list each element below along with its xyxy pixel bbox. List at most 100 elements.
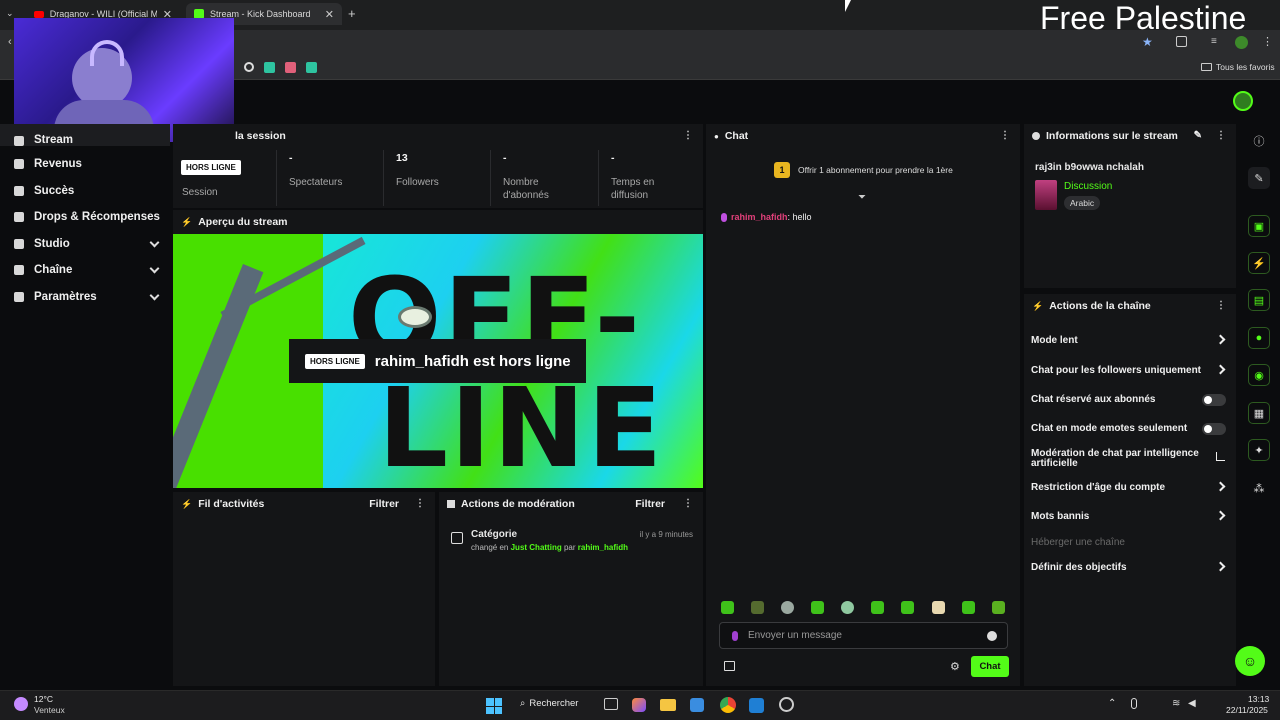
stream-title: raj3in b9owwa nchalah (1035, 162, 1144, 173)
support-chat-button[interactable]: ☺ (1235, 646, 1265, 676)
action-subscribers-only[interactable]: Chat réservé aux abonnés (1031, 394, 1226, 406)
action-mode-lent[interactable]: Mode lent (1031, 334, 1226, 346)
profile-avatar[interactable] (1235, 36, 1248, 49)
emote-icon[interactable] (901, 601, 914, 614)
emote-icon[interactable] (962, 601, 975, 614)
chat-username[interactable]: rahim_hafidh (731, 212, 788, 222)
obs-icon[interactable] (779, 697, 794, 712)
emote-icon[interactable] (932, 601, 945, 614)
collapse-arrow-icon[interactable]: ⏷ (858, 192, 866, 203)
filter-button[interactable]: Filtrer (369, 498, 399, 510)
clock-date[interactable]: 22/11/2025 (1226, 705, 1268, 715)
info-icon[interactable]: ⓘ (1248, 130, 1270, 152)
emote-icon[interactable] (781, 601, 794, 614)
clock-time[interactable]: 13:13 (1248, 694, 1269, 704)
close-icon[interactable]: ✕ (325, 8, 334, 21)
sidebar-item-chaine[interactable]: Chaîne (0, 257, 170, 284)
action-set-goals[interactable]: Définir des objectifs (1031, 561, 1226, 573)
panel-title: Actions de modération (461, 498, 575, 510)
language-tag: Arabic (1064, 196, 1101, 210)
panel-title: la session (235, 130, 286, 142)
media-icon[interactable]: ≡ (1211, 36, 1217, 47)
bookmarks-folder[interactable]: Tous les favoris (1216, 62, 1275, 72)
edit-pencil-icon[interactable]: ✎ (1194, 130, 1202, 141)
windows-start-icon[interactable] (486, 698, 502, 714)
emote-icon[interactable] (811, 601, 824, 614)
broadcast-icon[interactable]: ◉ (1248, 364, 1270, 386)
weather-temp[interactable]: 12°C (34, 694, 53, 704)
lightning-icon: ⚡ (1032, 300, 1044, 311)
more-options-icon[interactable]: ⋮ (1216, 130, 1226, 141)
gift-sub-banner[interactable]: 1 Offrir 1 abonnement pour prendre la 1è… (774, 162, 953, 178)
layers-icon[interactable]: ▦ (1248, 402, 1270, 424)
activity-feed-panel: ⚡ Fil d'activités Filtrer ⋮ (173, 492, 435, 686)
chevron-right-icon (1215, 481, 1226, 492)
extensions-icon[interactable] (1176, 36, 1187, 47)
sidebar-item-drops[interactable]: Drops & Récompenses (0, 204, 170, 231)
store-icon[interactable] (724, 661, 735, 671)
document-icon[interactable]: ▤ (1248, 289, 1270, 311)
more-options-icon[interactable]: ⋮ (1000, 130, 1010, 141)
action-age-restriction[interactable]: Restriction d'âge du compte (1031, 481, 1226, 493)
chat-settings-gear-icon[interactable]: ⚙ (950, 660, 960, 673)
chat-send-button[interactable]: Chat (971, 656, 1009, 677)
tray-chevron-up-icon[interactable]: ⌃ (1108, 698, 1116, 709)
file-explorer-icon[interactable] (660, 699, 676, 711)
vscode-icon[interactable] (749, 698, 764, 713)
session-header: la session ⋮ (173, 124, 703, 148)
taskbar-search[interactable]: ⌕ Rechercher (520, 698, 578, 709)
chat-input[interactable]: Envoyer un message (719, 622, 1008, 649)
filter-button[interactable]: Filtrer (635, 498, 665, 510)
subscribers-only-toggle[interactable] (1202, 394, 1226, 406)
bookmark-icon[interactable] (264, 62, 275, 73)
browser-menu-icon[interactable]: ⋮ (1262, 35, 1273, 48)
more-options-icon[interactable]: ⋮ (683, 130, 693, 141)
more-options-icon[interactable]: ⋮ (1216, 300, 1226, 311)
copilot-icon[interactable] (632, 698, 646, 712)
emote-icon[interactable] (871, 601, 884, 614)
entry-title: Catégorie (471, 529, 518, 540)
emote-icon[interactable] (841, 601, 854, 614)
category-link[interactable]: Discussion (1064, 181, 1112, 192)
stream-preview[interactable]: OFF- LINE HORS LIGNE rahim_hafidh est ho… (173, 234, 703, 488)
emotes-only-toggle[interactable] (1202, 423, 1226, 435)
share-icon[interactable]: ⁂ (1248, 477, 1270, 499)
sidebar-item-parametres[interactable]: Paramètres (0, 284, 170, 311)
chat-header: ● Chat ⋮ (706, 124, 1020, 148)
panel-title: Informations sur le stream (1046, 130, 1178, 142)
back-icon[interactable]: ‹ (8, 36, 12, 48)
edit-pencil-icon[interactable]: ✎ (1248, 167, 1270, 189)
emote-icon[interactable] (751, 601, 764, 614)
entry-detail: changé en Just Chatting par rahim_hafidh (471, 543, 628, 552)
action-emotes-only[interactable]: Chat en mode emotes seulement (1031, 423, 1226, 435)
new-tab-button[interactable]: + (348, 6, 356, 21)
chat-icon[interactable]: ● (1248, 327, 1270, 349)
sidebar-item-succes[interactable]: Succès (0, 178, 170, 205)
bookmark-star-icon[interactable]: ★ (1142, 35, 1153, 49)
sidebar-item-studio[interactable]: Studio (0, 231, 170, 258)
task-view-icon[interactable] (604, 698, 618, 710)
emote-icon[interactable] (992, 601, 1005, 614)
volume-icon[interactable]: ◀ (1188, 698, 1196, 709)
emote-icon[interactable] (721, 601, 734, 614)
wifi-icon[interactable]: ≋ (1172, 698, 1180, 709)
action-ai-moderation[interactable]: Modération de chat par intelligence arti… (1031, 449, 1201, 469)
mic-tray-icon[interactable] (1131, 698, 1137, 709)
more-options-icon[interactable]: ⋮ (683, 498, 693, 509)
lightning-icon[interactable]: ⚡ (1248, 252, 1270, 274)
user-avatar[interactable] (1233, 91, 1253, 111)
bookmark-icon[interactable] (244, 62, 254, 72)
sidebar-item-stream[interactable]: Stream (0, 124, 170, 146)
chrome-icon[interactable] (720, 697, 736, 713)
store-app-icon[interactable] (690, 698, 704, 712)
wrench-icon[interactable]: ✦ (1248, 439, 1270, 461)
bookmark-icon[interactable] (306, 62, 317, 73)
external-link-icon[interactable] (1216, 452, 1225, 461)
action-followers-only[interactable]: Chat pour les followers uniquement (1031, 364, 1226, 376)
bookmark-icon[interactable] (285, 62, 296, 73)
sidebar-item-revenus[interactable]: Revenus (0, 151, 170, 178)
scan-icon[interactable]: ▣ (1248, 215, 1270, 237)
emoji-icon[interactable] (987, 631, 997, 641)
more-options-icon[interactable]: ⋮ (415, 498, 425, 509)
action-banned-words[interactable]: Mots bannis (1031, 510, 1226, 522)
